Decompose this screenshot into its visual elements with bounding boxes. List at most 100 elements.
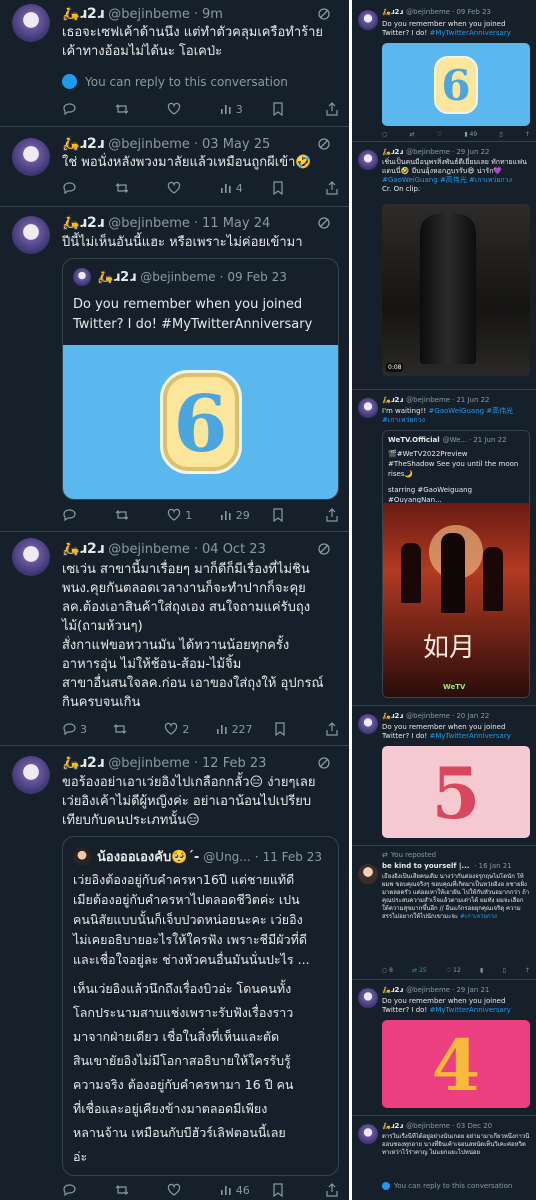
- handle[interactable]: @bejinbeme: [108, 756, 190, 771]
- avatar[interactable]: [358, 1124, 378, 1144]
- views-button[interactable]: 4: [220, 182, 250, 195]
- quoted-tweet[interactable]: WeTV.Official @We... · 21 Jun 22 🎬#WeTV2…: [382, 430, 530, 698]
- bookmark-icon[interactable]: [272, 508, 302, 522]
- timestamp[interactable]: 11 May 24: [202, 216, 270, 231]
- like-button[interactable]: 1: [167, 508, 197, 522]
- reply-button[interactable]: ○ 8: [382, 967, 393, 974]
- tweet[interactable]: 🛵ɹ2ɹ @bejinbeme · 29 Jan 21 Do you remem…: [352, 980, 536, 1116]
- video-thumbnail[interactable]: 0:08: [382, 204, 530, 376]
- bookmark-icon[interactable]: [272, 102, 302, 116]
- tweet[interactable]: 🛵ɹ2ɹ @bejinbeme · 9m เธอจะเซฟเค้าด้านนึง…: [0, 0, 349, 127]
- like-icon[interactable]: [167, 102, 197, 116]
- avatar[interactable]: [12, 216, 50, 254]
- timestamp[interactable]: 03 May 25: [202, 137, 270, 152]
- edit-icon[interactable]: [317, 756, 331, 770]
- display-name[interactable]: 🛵ɹ2ɹ: [62, 215, 104, 231]
- retweet-icon[interactable]: ⇄: [409, 131, 414, 138]
- display-name[interactable]: 🛵ɹ2ɹ: [382, 8, 403, 16]
- share-icon[interactable]: ↑: [525, 967, 530, 974]
- anniversary-image[interactable]: 6: [63, 345, 338, 499]
- handle[interactable]: @bejinbeme: [108, 542, 190, 557]
- tweet[interactable]: 🛵ɹ2ɹ @bejinbeme · 03 Dec 20 ดารในเรื่งนี…: [352, 1116, 536, 1200]
- views-button[interactable]: 46: [220, 1184, 250, 1197]
- handle[interactable]: @bejinbeme: [108, 137, 190, 152]
- reply-icon[interactable]: [62, 1183, 92, 1197]
- share-icon[interactable]: [325, 722, 339, 736]
- like-button[interactable]: 2: [164, 722, 194, 736]
- timestamp[interactable]: 20 Jan 22: [456, 712, 489, 720]
- avatar[interactable]: [12, 4, 50, 42]
- hashtag-link[interactable]: #GaoWeiGuang #高伟光 #เกาเหว่ยกวง: [382, 176, 530, 185]
- edit-icon[interactable]: [317, 542, 331, 556]
- avatar[interactable]: [358, 864, 378, 884]
- handle[interactable]: @bejinbeme: [406, 396, 450, 404]
- share-icon[interactable]: [325, 102, 339, 116]
- hashtag-link[interactable]: #เกาเหว่ยกวง: [460, 913, 497, 920]
- anniversary-image[interactable]: 6: [382, 43, 530, 126]
- retweet-icon[interactable]: [115, 1183, 145, 1197]
- quoted-tweet[interactable]: 🛵ɹ2ɹ @bejinbeme · 09 Feb 23 Do you remem…: [62, 258, 339, 500]
- share-icon[interactable]: [325, 181, 339, 195]
- edit-icon[interactable]: [317, 7, 331, 21]
- bookmark-icon[interactable]: [272, 1183, 302, 1197]
- views-button[interactable]: 227: [216, 723, 253, 736]
- tweet[interactable]: 🛵ɹ2ɹ @bejinbeme · 20 Jan 22 Do you remem…: [352, 706, 536, 846]
- anniversary-image[interactable]: 5: [382, 746, 530, 838]
- avatar[interactable]: [358, 714, 378, 734]
- avatar[interactable]: [12, 756, 50, 794]
- timestamp[interactable]: 16 Jan 21: [479, 862, 512, 870]
- share-icon[interactable]: ↑: [525, 131, 530, 138]
- display-name[interactable]: 🛵ɹ2ɹ: [382, 396, 403, 404]
- handle[interactable]: @bejinbeme: [406, 712, 450, 720]
- hashtag-link[interactable]: #MyTwitterAnniversary: [429, 1006, 510, 1014]
- display-name[interactable]: 🛵ɹ2ɹ: [62, 755, 104, 771]
- retweet-icon[interactable]: [115, 102, 145, 116]
- timestamp[interactable]: 9m: [202, 7, 223, 22]
- timestamp[interactable]: 03 Dec 20: [456, 1122, 492, 1130]
- like-icon[interactable]: [167, 181, 197, 195]
- timestamp[interactable]: 29 Jan 21: [456, 986, 489, 994]
- timestamp[interactable]: 21 Jun 22: [456, 396, 489, 404]
- like-icon[interactable]: [167, 1183, 197, 1197]
- bookmark-icon[interactable]: ▯: [502, 967, 505, 974]
- tweet[interactable]: 🛵ɹ2ɹ @bejinbeme · 04 Oct 23 เซเว่น สาขาน…: [0, 532, 349, 746]
- bookmark-icon[interactable]: [274, 722, 304, 736]
- handle[interactable]: @bejinbeme: [108, 7, 190, 22]
- tweet[interactable]: ⇄ You reposted be kind to yourself |... …: [352, 846, 536, 980]
- avatar[interactable]: [358, 398, 378, 418]
- handle[interactable]: @bejinbeme: [406, 8, 450, 16]
- handle[interactable]: @bejinbeme: [406, 1122, 450, 1130]
- handle[interactable]: @bejinbeme: [108, 216, 190, 231]
- tweet[interactable]: 🛵ɹ2ɹ @bejinbeme · 03 May 25 ใช่ พอนั่งหล…: [0, 127, 349, 207]
- bookmark-icon[interactable]: ▯: [499, 131, 502, 138]
- poster-image[interactable]: 如月 WeTV: [383, 503, 529, 697]
- timestamp[interactable]: 29 Jun 22: [456, 148, 489, 156]
- views-button[interactable]: 29: [220, 509, 250, 522]
- handle[interactable]: @bejinbeme: [406, 148, 450, 156]
- like-button[interactable]: ♡ 12: [446, 967, 461, 974]
- reply-icon[interactable]: [62, 181, 92, 195]
- tweet[interactable]: 🛵ɹ2ɹ @bejinbeme · 09 Feb 23 Do you remem…: [352, 0, 536, 142]
- display-name[interactable]: 🛵ɹ2ɹ: [62, 541, 104, 557]
- timestamp[interactable]: 12 Feb 23: [202, 756, 266, 771]
- retweet-icon[interactable]: [115, 181, 145, 195]
- tweet[interactable]: 🛵ɹ2ɹ @bejinbeme · 11 May 24 ปีนี้ไม่เห็น…: [0, 207, 349, 532]
- avatar[interactable]: [12, 138, 50, 176]
- bookmark-icon[interactable]: [272, 181, 302, 195]
- display-name[interactable]: 🛵ɹ2ɹ: [382, 1122, 403, 1130]
- edit-icon[interactable]: [317, 137, 331, 151]
- avatar[interactable]: [12, 538, 50, 576]
- reply-icon[interactable]: ○: [382, 131, 387, 138]
- display-name[interactable]: 🛵ɹ2ɹ: [382, 712, 403, 720]
- edit-icon[interactable]: [317, 216, 331, 230]
- display-name[interactable]: be kind to yourself |...: [382, 862, 469, 870]
- views-button[interactable]: 3: [220, 103, 250, 116]
- quoted-tweet[interactable]: น้องออเองคับ🥺´- @Ung... · 11 Feb 23 เว่ย…: [62, 836, 339, 1176]
- share-icon[interactable]: [325, 508, 339, 522]
- retweet-button[interactable]: ⇄ 25: [412, 967, 427, 974]
- timestamp[interactable]: 09 Feb 23: [456, 8, 491, 16]
- avatar[interactable]: [358, 988, 378, 1008]
- reply-button[interactable]: 3: [62, 722, 92, 736]
- avatar[interactable]: [358, 10, 378, 30]
- display-name[interactable]: 🛵ɹ2ɹ: [62, 136, 104, 152]
